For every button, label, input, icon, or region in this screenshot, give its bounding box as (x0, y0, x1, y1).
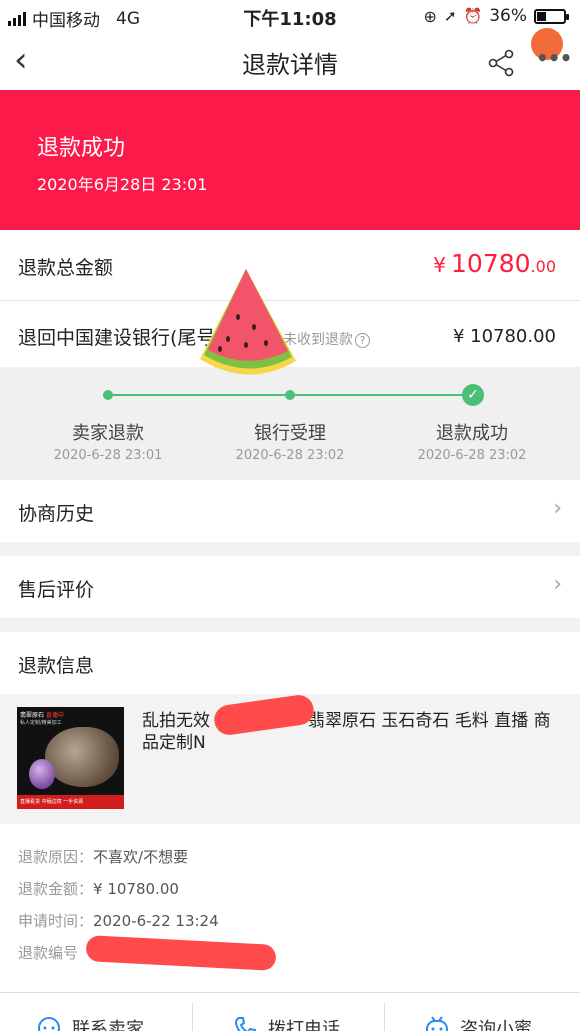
refund-reason: 退款原因：不喜欢/不想要 (18, 848, 189, 866)
total-amount-label: 退款总金额 (18, 257, 114, 279)
bank-amount: ¥ 10780.00 (452, 326, 556, 347)
refund-info-title: 退款信息 (18, 655, 95, 677)
refund-time: 2020年6月28日 23:01 (37, 175, 208, 194)
battery-percent: 36% (489, 6, 527, 26)
more-icon[interactable]: ••• (536, 46, 572, 70)
total-amount: ¥ 10780.00 (433, 249, 556, 278)
rotation-lock-icon: ⊕ (423, 6, 437, 26)
battery-icon (534, 8, 569, 24)
alarm-icon: ⏰ (463, 7, 483, 25)
ask-assistant-button[interactable]: 咨询小蜜 (424, 1015, 532, 1031)
rough-stone-image (45, 727, 119, 787)
status-bar: 中国移动 4G 下午11:08 ⊕ ➚ ⏰ 36% (0, 0, 580, 34)
step-dot (285, 390, 295, 400)
product-name: 乱拍无效 翡翠原石 玉石奇石 毛料 直播 商品定制N (142, 711, 551, 753)
contact-seller-button[interactable]: 联系卖家 (36, 1015, 144, 1031)
nav-bar: ‹ 退款详情 ••• (0, 28, 580, 90)
check-icon: ✓ (462, 384, 484, 406)
watermelon-sticker (200, 269, 296, 375)
bank-label: 退回中国建设银行(尾号 (18, 327, 216, 349)
help-icon[interactable]: ? (355, 333, 370, 348)
refund-number: 退款编号 (18, 944, 79, 962)
product-thumbnail: 翡翠原石 直播中 私人定制/精美加工 直播看货 中缅边境 一手资源 (17, 707, 124, 809)
phone-icon (234, 1017, 256, 1031)
refund-status-banner: 退款成功 2020年6月28日 23:01 (0, 90, 580, 230)
location-icon: ➚ (443, 7, 457, 25)
after-sale-review-row[interactable]: 售后评价 › (0, 556, 580, 618)
refund-progress: ✓ 卖家退款 2020-6-28 23:01 银行受理 2020-6-28 23… (0, 367, 580, 480)
refund-amount: 退款金额：¥ 10780.00 (18, 880, 179, 898)
refund-info-header: 退款信息 (0, 632, 580, 694)
negotiation-history-row[interactable]: 协商历史 › (0, 480, 580, 542)
chevron-right-icon: › (553, 572, 562, 597)
step-refund-success: 退款成功 2020-6-28 23:02 (417, 423, 527, 463)
share-icon[interactable] (486, 48, 516, 78)
after-sale-review-label: 售后评价 (18, 579, 95, 601)
apply-time: 申请时间：2020-6-22 13:24 (18, 912, 219, 930)
call-button[interactable]: 拨打电话 (232, 1015, 340, 1031)
step-dot (103, 390, 113, 400)
assistant-icon (426, 1016, 448, 1031)
step-seller-refund: 卖家退款 2020-6-28 23:01 (53, 423, 163, 463)
chat-icon (38, 1017, 60, 1031)
bottom-toolbar: 联系卖家 拨打电话 咨询小蜜 (0, 992, 580, 1031)
chevron-right-icon: › (553, 496, 562, 521)
refund-details: 退款原因：不喜欢/不想要 退款金额：¥ 10780.00 申请时间：2020-6… (0, 824, 580, 992)
refund-status: 退款成功 (37, 136, 126, 161)
negotiation-history-label: 协商历史 (18, 503, 95, 525)
jade-egg-image (29, 759, 55, 789)
step-bank-accepted: 银行受理 2020-6-28 23:02 (235, 423, 345, 463)
